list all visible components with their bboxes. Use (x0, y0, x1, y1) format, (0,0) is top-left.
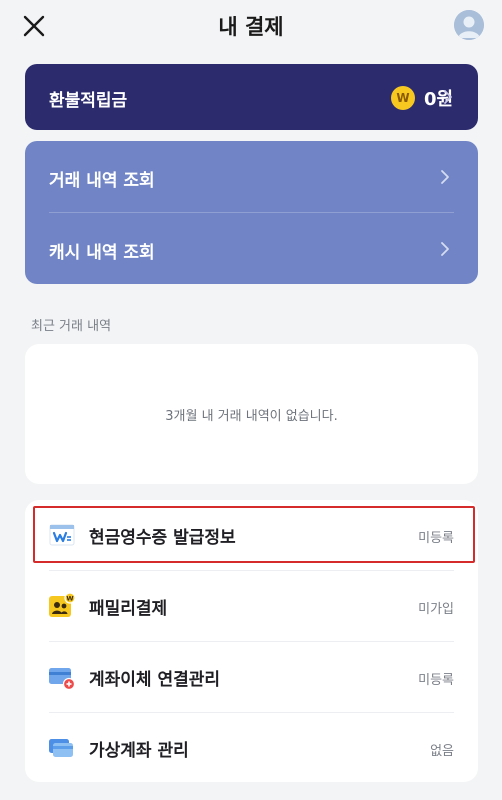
chevron-right-icon (444, 90, 452, 104)
virtual-account-icon (49, 739, 73, 757)
chevron-right-icon (441, 242, 449, 256)
menu-item-status: 미등록 (418, 531, 454, 546)
recent-transactions-card: 3개월 내 거래 내역이 없습니다. (25, 344, 478, 484)
history-links-card: 거래 내역 조회 캐시 내역 조회 (25, 141, 478, 284)
menu-item-family-payment[interactable]: W 패밀리결제 미가입 (25, 571, 478, 641)
menu-item-bank-transfer[interactable]: 계좌이체 연결관리 미등록 (25, 642, 478, 712)
menu-item-label: 가상계좌 관리 (89, 741, 189, 761)
family-payment-icon: W (49, 593, 75, 617)
bank-transfer-icon (49, 668, 75, 690)
menu-item-status: 미등록 (418, 673, 454, 688)
svg-text:W: W (66, 594, 73, 602)
menu-item-status: 미가입 (418, 602, 454, 617)
empty-state-message: 3개월 내 거래 내역이 없습니다. (165, 409, 338, 424)
menu-item-label: 계좌이체 연결관리 (89, 670, 221, 690)
cash-history-label: 캐시 내역 조회 (49, 243, 155, 263)
menu-item-label: 현금영수증 발급정보 (89, 528, 236, 548)
avatar[interactable] (454, 10, 484, 40)
menu-item-cash-receipt[interactable]: 현금영수증 발급정보 미등록 (25, 500, 478, 570)
menu-item-virtual-account[interactable]: 가상계좌 관리 없음 (25, 713, 478, 783)
profile-icon (454, 10, 484, 40)
cash-history-link[interactable]: 캐시 내역 조회 (25, 213, 478, 284)
cash-receipt-icon (49, 524, 75, 546)
header: 내 결제 (0, 0, 502, 50)
menu-item-label: 패밀리결제 (89, 599, 168, 619)
chevron-right-icon (441, 170, 449, 184)
recent-transactions-heading: 최근 거래 내역 (31, 319, 112, 334)
refund-points-label: 환불적립금 (49, 91, 128, 111)
page-title: 내 결제 (218, 15, 284, 39)
coin-icon: W (391, 86, 415, 110)
transaction-history-link[interactable]: 거래 내역 조회 (25, 141, 478, 212)
transaction-history-label: 거래 내역 조회 (49, 171, 155, 191)
refund-points-card[interactable]: 환불적립금 W 0원 (25, 64, 478, 130)
payment-settings-menu: 현금영수증 발급정보 미등록 W 패밀리결제 미가입 계좌이체 연결관리 미등록 (25, 500, 478, 782)
menu-item-status: 없음 (430, 744, 454, 759)
